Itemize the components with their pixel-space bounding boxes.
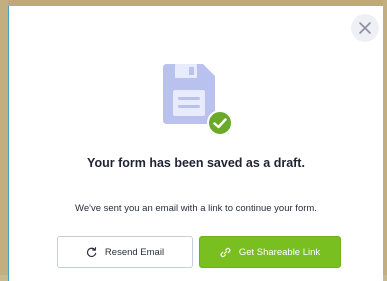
close-icon [359, 22, 371, 34]
resend-email-label: Resend Email [104, 246, 165, 258]
check-circle-icon [207, 110, 233, 136]
background-frame-left [0, 0, 8, 275]
background-frame-right [383, 0, 387, 275]
draft-saved-modal: Your form has been saved as a draft. We'… [8, 6, 383, 281]
modal-message: We've sent you an email with a link to c… [75, 203, 317, 214]
modal-title: Your form has been saved as a draft. [87, 156, 305, 170]
refresh-icon [86, 246, 97, 258]
get-shareable-link-label: Get Shareable Link [238, 246, 321, 258]
resend-email-button[interactable]: Resend Email [57, 236, 193, 268]
get-shareable-link-button[interactable]: Get Shareable Link [199, 236, 341, 268]
save-status-illustration [163, 64, 243, 144]
close-button[interactable] [351, 14, 379, 42]
link-icon [220, 247, 231, 258]
